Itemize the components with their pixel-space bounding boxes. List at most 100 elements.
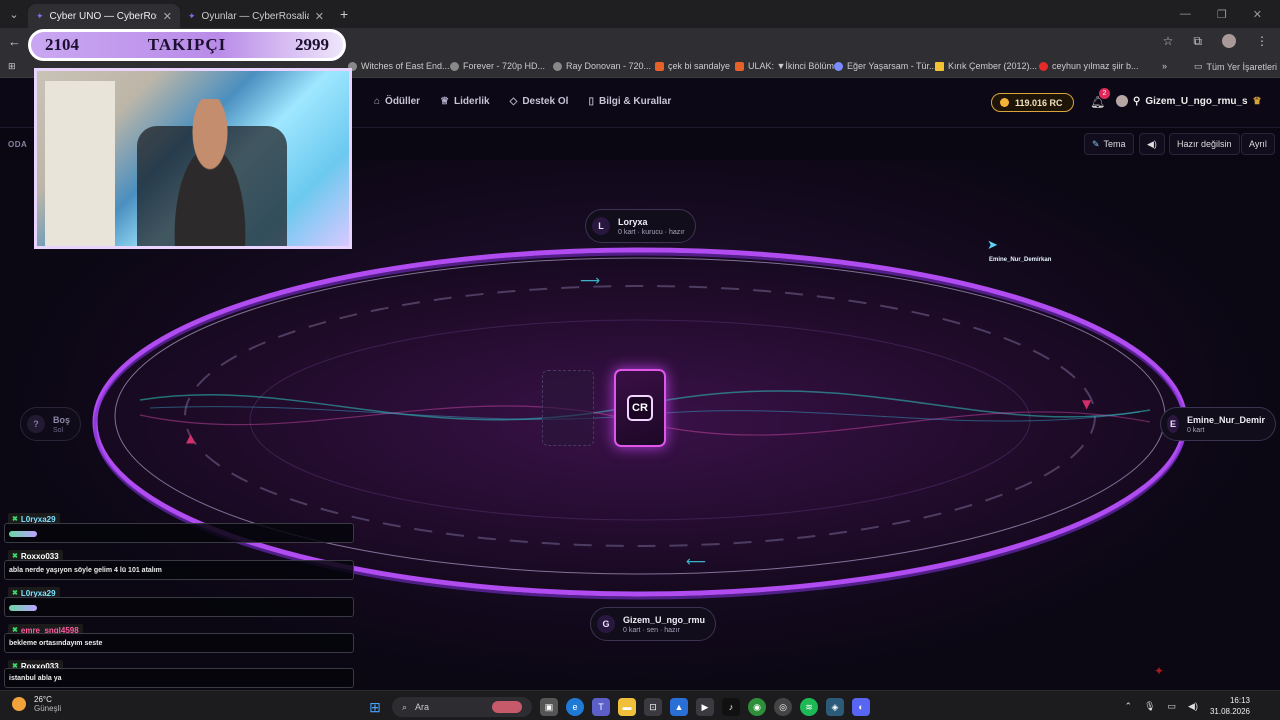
webcam-background: [45, 81, 115, 246]
task-view-icon[interactable]: ▣: [540, 698, 558, 716]
profile-avatar[interactable]: [1222, 34, 1236, 48]
player-status: 0 kart · kurucu · hazır: [618, 228, 685, 236]
volume-icon[interactable]: ◀): [1188, 701, 1198, 712]
seat-left-empty[interactable]: ? Boş Sol: [20, 407, 82, 441]
more-menu-icon[interactable]: ⋮: [1256, 34, 1268, 49]
book-icon: ▯: [588, 96, 594, 107]
theme-label: Tema: [1103, 139, 1126, 149]
edge-icon[interactable]: e: [566, 698, 584, 716]
bookmark-item[interactable]: Kırık Çember (2012)...: [935, 61, 1037, 71]
microphone-icon[interactable]: 🎙︎: [1144, 701, 1155, 712]
bookmark-item[interactable]: Witches of East End...: [348, 61, 450, 71]
extensions-icon[interactable]: ⧉: [1193, 34, 1202, 49]
spotify-icon[interactable]: ≋: [800, 698, 818, 716]
discord-icon[interactable]: ◐: [852, 698, 870, 716]
clock[interactable]: 16:13 31.08.2026: [1210, 695, 1250, 717]
obs-icon[interactable]: ◎: [774, 698, 792, 716]
bookmark-label: Ray Donovan - 720...: [566, 61, 652, 71]
minimize-icon[interactable]: —: [1180, 8, 1191, 20]
diamond-icon: ◇: [509, 96, 518, 107]
player-name: Boş: [53, 414, 71, 425]
tab-search-icon[interactable]: ⌄: [0, 0, 28, 28]
bookmark-item[interactable]: ULAK: ▼İkinci Bölüm: [735, 61, 834, 71]
seat-top[interactable]: L Loryxa 0 kart · kurucu · hazır: [585, 209, 696, 243]
direction-arrow-icon: ▼: [1082, 397, 1092, 411]
close-window-icon[interactable]: ✕: [1253, 8, 1262, 21]
seat-bottom-self[interactable]: G Gizem_U_ngo_rmu 0 kart · sen · hazır: [590, 607, 717, 641]
remote-cursor-icon: ➤: [987, 237, 998, 252]
player-initial: E: [1167, 415, 1179, 433]
menu-item-support[interactable]: ◇ Destek Ol: [510, 96, 569, 107]
ready-button[interactable]: Hazır değilsin: [1169, 133, 1240, 155]
close-tab-icon[interactable]: ✕: [315, 10, 324, 23]
taskbar-search[interactable]: ⌕ Ara: [392, 697, 532, 717]
bookmark-favicon-icon: [655, 61, 664, 71]
chat-text: istanbul abla ya: [9, 675, 62, 682]
mod-badge-icon: ✖: [12, 553, 18, 560]
draw-deck[interactable]: CR: [614, 369, 666, 447]
media-player-icon[interactable]: ▶: [696, 698, 714, 716]
bookmark-favicon-icon: [450, 61, 459, 71]
close-tab-icon[interactable]: ✕: [163, 10, 172, 23]
menu-label: Destek Ol: [522, 96, 569, 107]
bookmark-item[interactable]: Forever - 720p HD...: [450, 61, 545, 71]
chat-text: bekleme ortasındayım seste: [9, 640, 103, 647]
crown-icon: ♛: [1252, 95, 1262, 107]
more-bookmarks-icon[interactable]: »: [1162, 61, 1167, 71]
bookmark-item[interactable]: çek bi sandalye: [655, 61, 730, 71]
follower-count: 2104: [45, 35, 79, 54]
notifications-button[interactable]: 🔔︎ 2: [1090, 88, 1110, 109]
menu-item-rewards[interactable]: ⌂ Ödüller: [374, 96, 420, 107]
player-name: Emine_Nur_Demir: [1186, 414, 1265, 425]
bookmark-label: Witches of East End...: [361, 61, 450, 71]
file-explorer-icon[interactable]: ▬: [618, 698, 636, 716]
ready-label: Hazır değilsin: [1177, 139, 1232, 149]
bookmark-item[interactable]: Eğer Yaşarsam - Tür...: [834, 61, 937, 71]
balance-badge[interactable]: 119.016 RC: [991, 93, 1074, 112]
browser-tab-bar: ⌄ ✦ Cyber UNO — CyberRosalias ✕ ✦ Oyunla…: [0, 0, 1280, 28]
windows-start-icon[interactable]: ⊞: [366, 698, 384, 716]
bookmark-label: Kırık Çember (2012)...: [948, 61, 1038, 71]
window-controls: — ❐ ✕: [1180, 0, 1280, 28]
back-arrow-icon[interactable]: ←: [8, 34, 21, 49]
user-menu[interactable]: ⚲ Gizem_U_ngo_rmu_s ♛: [1116, 95, 1262, 107]
tab-cyber-uno[interactable]: ✦ Cyber UNO — CyberRosalias ✕: [28, 4, 180, 28]
sound-button[interactable]: ◀): [1139, 133, 1165, 155]
bookmark-favicon-icon: [553, 61, 562, 71]
discard-pile-slot[interactable]: [542, 370, 594, 446]
apps-grid-icon[interactable]: ⊞: [8, 61, 16, 72]
menu-item-info-rules[interactable]: ▯ Bilgi & Kurallar: [588, 96, 671, 107]
tiktok-icon[interactable]: ♪: [722, 698, 740, 716]
chat-message: bekleme ortasındayım seste: [4, 633, 354, 653]
weather-widget[interactable]: 26°C Güneşli: [12, 695, 61, 713]
teams-icon[interactable]: T: [592, 698, 610, 716]
photos-icon[interactable]: ▲: [670, 698, 688, 716]
tab-oyunlar[interactable]: ✦ Oyunlar — CyberRosalias ✕: [180, 4, 332, 28]
chat-message: abla nerde yaşıyon söyle gelim 4 lü 101 …: [4, 560, 354, 580]
bookmark-item[interactable]: Ray Donovan - 720...: [553, 61, 651, 71]
network-icon[interactable]: ▭: [1168, 701, 1177, 712]
user-icon: ⚲: [1133, 95, 1141, 107]
site-favicon-icon: ✦: [188, 10, 196, 21]
search-placeholder: Ara: [415, 702, 430, 712]
search-icon: ⌕: [402, 701, 408, 712]
seat-right[interactable]: E Emine_Nur_Demir 0 kart: [1160, 407, 1276, 441]
new-tab-button[interactable]: +: [332, 6, 356, 22]
trophy-icon: ♕: [440, 96, 450, 107]
deck-logo: CR: [627, 395, 653, 421]
chrome-icon[interactable]: ◉: [748, 698, 766, 716]
app-icon[interactable]: ◈: [826, 698, 844, 716]
restore-icon[interactable]: ❐: [1217, 8, 1227, 21]
clock-time: 16:13: [1229, 696, 1250, 705]
tray-expand-icon[interactable]: ⌃: [1125, 701, 1133, 712]
all-bookmarks-folder[interactable]: ▭ Tüm Yer İşaretleri: [1194, 61, 1277, 72]
bookmark-label: ceyhun yılmaz şiir b...: [1052, 61, 1139, 71]
leave-button[interactable]: Ayrıl: [1241, 133, 1275, 155]
theme-button[interactable]: ✎ Tema: [1084, 133, 1134, 155]
menu-item-leaderboard[interactable]: ♕ Liderlik: [440, 96, 490, 107]
store-icon[interactable]: ⊡: [644, 698, 662, 716]
bookmark-item[interactable]: ceyhun yılmaz şiir b...: [1039, 61, 1139, 71]
taskbar: 26°C Güneşli ⊞ ⌕ Ara ▣ e T ▬ ⊡ ▲ ▶ ♪ ◉ ◎ …: [0, 690, 1280, 720]
player-status: 0 kart: [1186, 426, 1205, 434]
star-icon[interactable]: ☆: [1163, 34, 1174, 49]
